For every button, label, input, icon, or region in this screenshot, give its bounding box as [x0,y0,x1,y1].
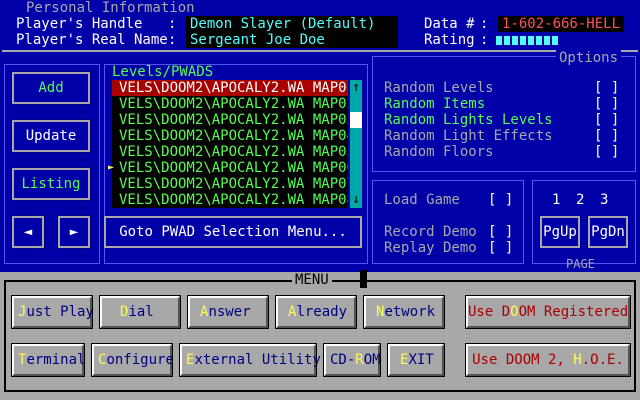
use-doom2-hotkey: H [573,352,582,368]
option-random-items-checkbox[interactable]: [ ] [594,96,619,112]
data-number-colon: : [480,16,489,32]
answer-label: nswer [208,304,251,320]
level-item-1[interactable]: VELS\DOOM2\APOCALY2.WA MAP01 [112,80,348,96]
handle-label: Player's Handle [16,16,143,32]
external-utility-button[interactable]: External Utility [179,343,321,377]
prev-arrow-button[interactable]: ◄ [11,215,45,249]
scroll-down-arrow-icon[interactable]: ↓ [350,193,362,207]
exit-button[interactable]: EXIT [387,343,445,377]
already-label: lready [296,304,348,320]
personal-info-title: Personal Information [24,0,197,16]
use-doom-registered-prefix: Use D [468,304,511,320]
cdrom-label: OM [363,352,381,368]
levels-scrollbar[interactable]: ↑ ↓ [350,80,362,208]
page-number-2[interactable]: 2 [576,192,584,208]
replay-demo-checkbox[interactable]: [ ] [488,240,513,256]
realname-colon: : [168,32,177,48]
use-doom-registered-label: OM Registered [518,304,629,320]
menu-divider-handle [360,270,367,288]
option-random-light-effects-checkbox[interactable]: [ ] [594,128,619,144]
option-random-levels-label: Random Levels [384,80,494,96]
dial-label: ial [128,304,154,320]
terminal-label: erminal [26,352,86,368]
level-item-7[interactable]: VELS\DOOM2\APOCALY2.WA MAP07 [112,176,348,192]
rating-bar [496,36,560,45]
levels-list[interactable]: VELS\DOOM2\APOCALY2.WA MAP01 VELS\DOOM2\… [112,80,348,208]
menu-title: MENU [292,272,332,288]
option-random-lights-levels-label: Random Lights Levels [384,112,553,128]
rating-label: Rating [424,32,475,48]
dial-button[interactable]: Dial [99,295,181,329]
network-label: etwork [384,304,436,320]
network-button[interactable]: Network [363,295,445,329]
page-number-1[interactable]: 1 [552,192,560,208]
use-doom2-button[interactable]: Use DOOM 2, H.O.E. [465,343,631,377]
levels-title: Levels/PWADS [112,64,214,80]
handle-colon: : [168,16,177,32]
load-game-label: Load Game [384,192,460,208]
cdrom-button[interactable]: CD-ROM [323,343,381,377]
pgup-button[interactable]: PgUp [540,216,580,248]
option-random-light-effects-label: Random Light Effects [384,128,553,144]
cdrom-prefix: CD- [330,352,356,368]
next-arrow-button[interactable]: ► [57,215,91,249]
current-level-marker-icon: ► [108,162,115,173]
level-item-5[interactable]: VELS\DOOM2\APOCALY2.WA MAP05 [112,144,348,160]
load-game-checkbox[interactable]: [ ] [488,192,513,208]
option-random-floors-checkbox[interactable]: [ ] [594,144,619,160]
page-number-3[interactable]: 3 [600,192,608,208]
configure-label: onfigure [106,352,174,368]
pgdn-button[interactable]: PgDn [588,216,628,248]
listing-button[interactable]: Listing [11,167,91,201]
just-play-label: ust Play [26,304,94,320]
external-utility-label: xternal Utility [194,352,321,368]
handle-field[interactable]: Demon Slayer (Default) [186,16,398,32]
update-button[interactable]: Update [11,119,91,153]
realname-field[interactable]: Sergeant Joe Doe [186,32,398,48]
use-doom-registered-hotkey: O [510,304,519,320]
level-item-6[interactable]: VELS\DOOM2\APOCALY2.WA MAP06 [112,160,348,176]
answer-button[interactable]: Answer [187,295,269,329]
rating-colon: : [480,32,489,48]
goto-pwad-button[interactable]: Goto PWAD Selection Menu... [104,216,362,248]
scroll-thumb[interactable] [350,112,362,128]
replay-demo-label: Replay Demo [384,240,477,256]
level-item-8[interactable]: VELS\DOOM2\APOCALY2.WA MAP08 [112,192,348,208]
already-button[interactable]: Already [275,295,357,329]
options-title: Options [556,50,622,66]
terminal-button[interactable]: Terminal [11,343,86,377]
use-doom2-label: .O.E. [581,352,624,368]
option-random-levels-checkbox[interactable]: [ ] [594,80,619,96]
use-doom-registered-button[interactable]: Use DOOM Registered [465,295,631,329]
level-item-3[interactable]: VELS\DOOM2\APOCALY2.WA MAP03 [112,112,348,128]
use-doom2-prefix: Use DOOM 2, [472,352,574,368]
option-random-items-label: Random Items [384,96,486,112]
record-demo-checkbox[interactable]: [ ] [488,224,513,240]
level-item-2[interactable]: VELS\DOOM2\APOCALY2.WA MAP02 [112,96,348,112]
page-label: PAGE [566,257,595,271]
realname-label: Player's Real Name [16,32,168,48]
data-number-field[interactable]: 1-602-666-HELL [498,16,624,32]
option-random-floors-label: Random Floors [384,144,494,160]
data-number-label: Data # [424,16,475,32]
level-item-4[interactable]: VELS\DOOM2\APOCALY2.WA MAP04 [112,128,348,144]
just-play-button[interactable]: Just Play [11,295,94,329]
configure-button[interactable]: Configure [91,343,174,377]
scroll-up-arrow-icon[interactable]: ↑ [350,81,362,95]
exit-label: XIT [408,352,434,368]
record-demo-label: Record Demo [384,224,477,240]
add-button[interactable]: Add [11,71,91,105]
cdrom-hotkey: R [355,352,364,368]
option-random-lights-levels-checkbox[interactable]: [ ] [594,112,619,128]
